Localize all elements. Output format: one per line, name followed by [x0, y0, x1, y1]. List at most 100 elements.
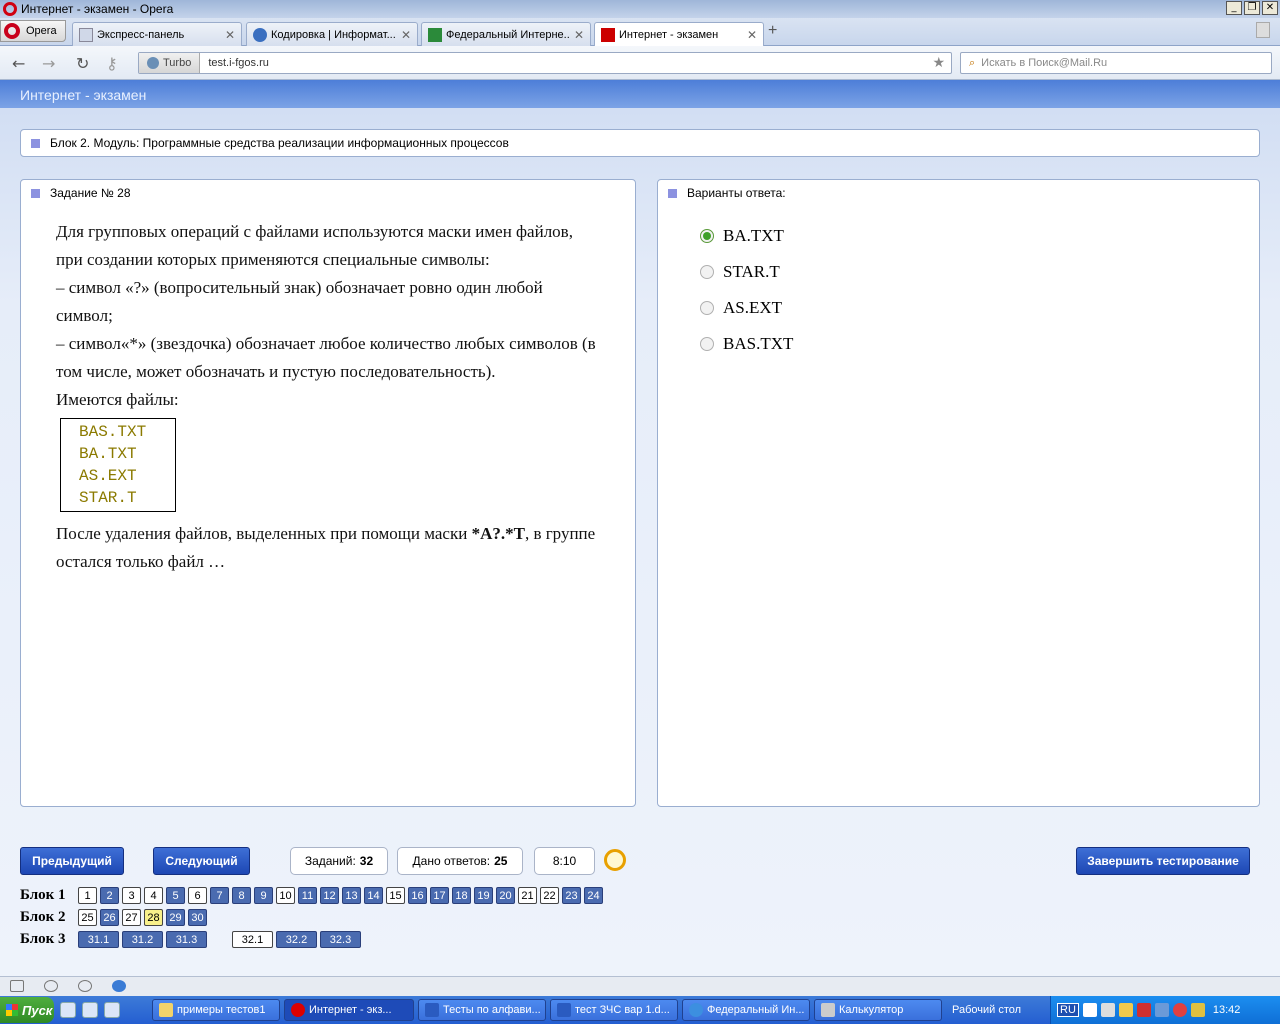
pencil-icon[interactable]: [1190, 1003, 1205, 1017]
speed-icon[interactable]: [112, 980, 126, 992]
radio-button[interactable]: [700, 337, 714, 351]
mail-icon[interactable]: [1172, 1003, 1187, 1017]
back-icon[interactable]: ←: [12, 54, 25, 73]
question-nav-button[interactable]: 21: [518, 887, 537, 904]
forward-icon[interactable]: →: [42, 54, 55, 73]
ie-quicklaunch-icon[interactable]: [82, 1002, 98, 1018]
page-title: Интернет - экзамен: [20, 87, 147, 103]
url-text[interactable]: test.i-fgos.ru: [200, 57, 269, 69]
radio-button[interactable]: [700, 301, 714, 315]
tab-close-icon[interactable]: ✕: [574, 28, 584, 42]
question-nav-button[interactable]: 32.2: [276, 931, 317, 948]
question-nav-button[interactable]: 31.2: [122, 931, 163, 948]
next-button[interactable]: Следующий: [153, 847, 250, 875]
question-nav-button[interactable]: 28: [144, 909, 163, 926]
question-nav-button[interactable]: 26: [100, 909, 119, 926]
question-nav-button[interactable]: 24: [584, 887, 603, 904]
start-button[interactable]: Пуск: [0, 997, 54, 1023]
question-nav-button[interactable]: 7: [210, 887, 229, 904]
tab-close-icon[interactable]: ✕: [225, 28, 235, 42]
tab-speed-dial[interactable]: Экспресс-панель ✕: [72, 22, 242, 46]
question-nav-button[interactable]: 18: [452, 887, 471, 904]
help-icon[interactable]: [1082, 1003, 1097, 1017]
address-bar[interactable]: Turbo test.i-fgos.ru ★: [138, 52, 952, 74]
answer-option[interactable]: BA.TXT: [700, 218, 793, 254]
question-nav-button[interactable]: 10: [276, 887, 295, 904]
maximize-button[interactable]: ❐: [1244, 1, 1260, 15]
taskbar-item[interactable]: Тесты по алфави...: [418, 999, 546, 1021]
folder-quicklaunch-icon[interactable]: [104, 1002, 120, 1018]
panel-toggle-icon[interactable]: [10, 980, 24, 992]
question-nav-button[interactable]: 25: [78, 909, 97, 926]
question-nav-button[interactable]: 2: [100, 887, 119, 904]
question-nav-button[interactable]: 14: [364, 887, 383, 904]
close-window-button[interactable]: ✕: [1262, 1, 1278, 15]
taskbar-item[interactable]: примеры тестов1: [152, 999, 280, 1021]
question-nav-button[interactable]: 31.1: [78, 931, 119, 948]
tab-close-icon[interactable]: ✕: [747, 28, 757, 42]
question-nav-button[interactable]: 11: [298, 887, 317, 904]
tab-encoding[interactable]: Кодировка | Информат... ✕: [246, 22, 418, 46]
trash-icon[interactable]: [1256, 22, 1270, 38]
computer-icon[interactable]: [1154, 1003, 1169, 1017]
question-nav-button[interactable]: 19: [474, 887, 493, 904]
desktop-toolbar-label[interactable]: Рабочий стол: [952, 1004, 1021, 1016]
taskbar-item[interactable]: тест ЗЧС вар 1.d...: [550, 999, 678, 1021]
share-icon[interactable]: [78, 980, 92, 992]
question-nav-button[interactable]: 30: [188, 909, 207, 926]
question-nav-button[interactable]: 8: [232, 887, 251, 904]
tab-close-icon[interactable]: ✕: [401, 28, 411, 42]
question-nav-button[interactable]: 23: [562, 887, 581, 904]
antivirus-icon[interactable]: [1136, 1003, 1151, 1017]
finish-test-button[interactable]: Завершить тестирование: [1076, 847, 1250, 875]
question-nav-button[interactable]: 20: [496, 887, 515, 904]
answer-option[interactable]: BAS.TXT: [700, 326, 793, 362]
search-placeholder: Искать в Поиск@Mail.Ru: [981, 57, 1108, 69]
key-icon[interactable]: ⚷: [106, 54, 118, 73]
question-nav-button[interactable]: 9: [254, 887, 273, 904]
network-icon[interactable]: [1100, 1003, 1115, 1017]
taskbar-item[interactable]: Интернет - экз...: [284, 999, 414, 1021]
cloud-icon[interactable]: [44, 980, 58, 992]
shield-icon[interactable]: [1118, 1003, 1133, 1017]
answer-label[interactable]: BAS.TXT: [723, 334, 793, 354]
question-nav-button[interactable]: 4: [144, 887, 163, 904]
turbo-button[interactable]: Turbo: [139, 53, 201, 73]
browser-quicklaunch-icon[interactable]: [60, 1002, 76, 1018]
question-nav-button[interactable]: 5: [166, 887, 185, 904]
bookmark-star-icon[interactable]: ★: [932, 54, 945, 71]
tab-federal[interactable]: Федеральный Интерне... ✕: [421, 22, 591, 46]
taskbar-item[interactable]: Калькулятор: [814, 999, 942, 1021]
question-nav-button[interactable]: 32.1: [232, 931, 273, 948]
question-nav-button[interactable]: 15: [386, 887, 405, 904]
question-nav-button[interactable]: 6: [188, 887, 207, 904]
answer-label[interactable]: AS.EXT: [723, 298, 782, 318]
minimize-button[interactable]: _: [1226, 1, 1242, 15]
answer-label[interactable]: BA.TXT: [723, 226, 784, 246]
question-nav-button[interactable]: 22: [540, 887, 559, 904]
radio-button[interactable]: [700, 265, 714, 279]
question-nav-button[interactable]: 31.3: [166, 931, 207, 948]
taskbar-item-label: Калькулятор: [839, 1004, 904, 1016]
question-nav-button[interactable]: 12: [320, 887, 339, 904]
question-nav-button[interactable]: 29: [166, 909, 185, 926]
question-nav-button[interactable]: 27: [122, 909, 141, 926]
taskbar-item[interactable]: Федеральный Ин...: [682, 999, 810, 1021]
opera-menu-button[interactable]: Opera: [0, 20, 66, 42]
new-tab-icon[interactable]: +: [768, 22, 777, 40]
question-nav-button[interactable]: 3: [122, 887, 141, 904]
question-nav-button[interactable]: 13: [342, 887, 361, 904]
answer-option[interactable]: AS.EXT: [700, 290, 793, 326]
reload-icon[interactable]: ↻: [76, 54, 89, 73]
question-nav-button[interactable]: 32.3: [320, 931, 361, 948]
answer-option[interactable]: STAR.T: [700, 254, 793, 290]
previous-button[interactable]: Предыдущий: [20, 847, 124, 875]
question-nav-button[interactable]: 1: [78, 887, 97, 904]
language-indicator[interactable]: RU: [1057, 1003, 1079, 1017]
tab-exam[interactable]: Интернет - экзамен ✕: [594, 22, 764, 47]
question-nav-button[interactable]: 16: [408, 887, 427, 904]
radio-button-selected[interactable]: [700, 229, 714, 243]
search-input[interactable]: ⌕ Искать в Поиск@Mail.Ru: [960, 52, 1272, 74]
answer-label[interactable]: STAR.T: [723, 262, 780, 282]
question-nav-button[interactable]: 17: [430, 887, 449, 904]
